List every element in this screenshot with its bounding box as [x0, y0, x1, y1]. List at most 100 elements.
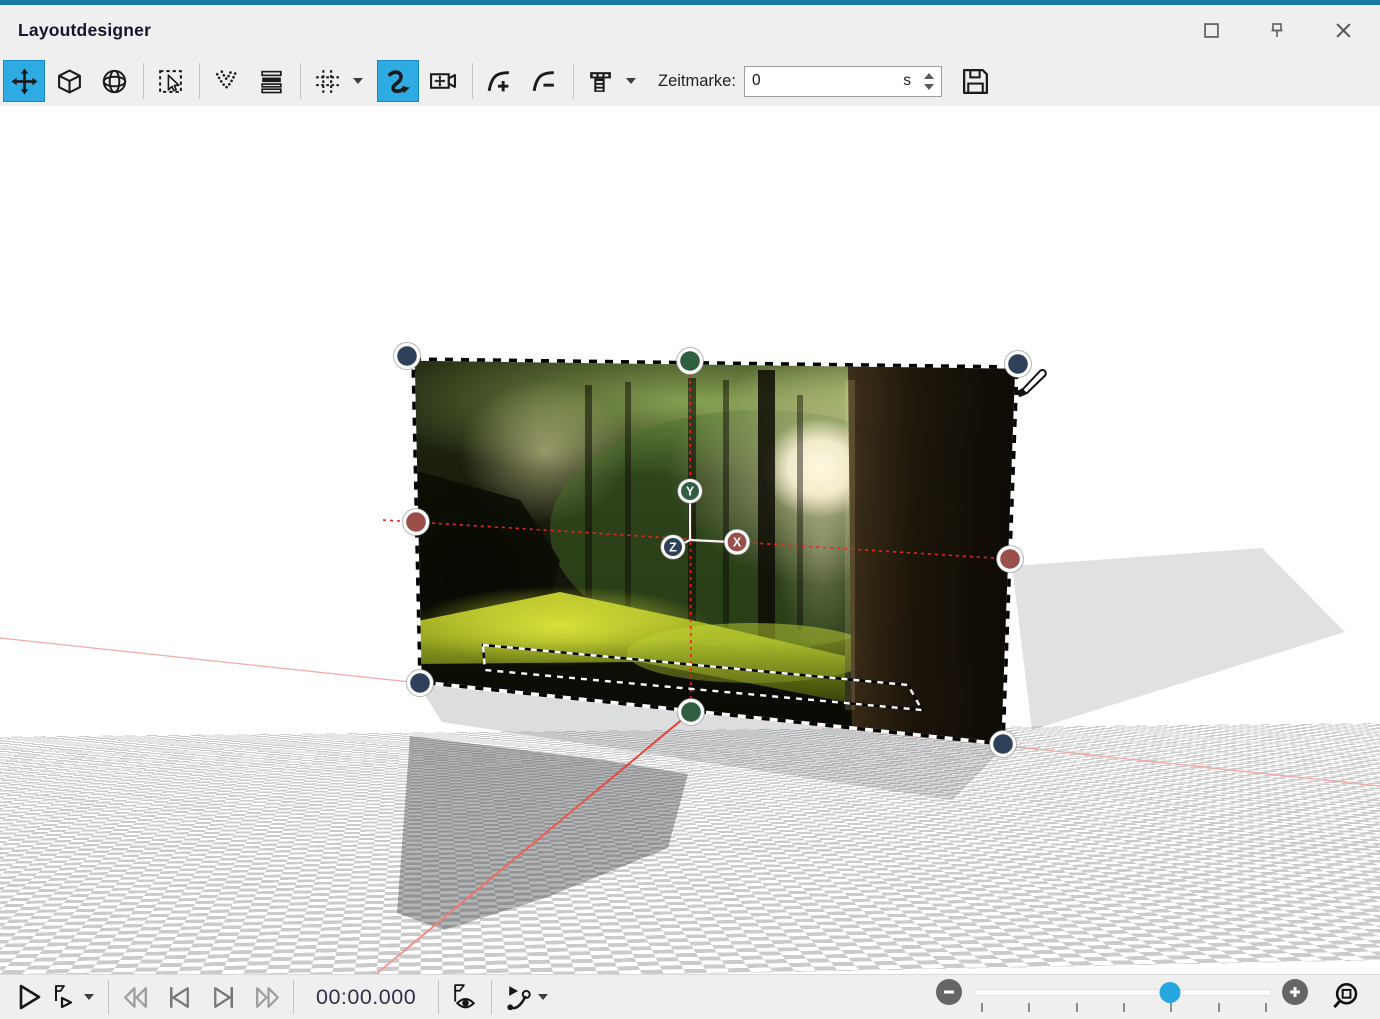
- handle-bottom-middle[interactable]: [678, 699, 705, 726]
- time-display: 00:00.000: [316, 985, 416, 1010]
- dotted-path-icon: [213, 68, 240, 95]
- keyframe-list-button[interactable]: [579, 60, 621, 102]
- grid-toggle-button[interactable]: [306, 60, 348, 102]
- keyframe-list-dropdown-caret[interactable]: [626, 78, 636, 84]
- camera-move-icon: [429, 67, 457, 95]
- zoom-slider-track[interactable]: [974, 989, 1272, 996]
- gizmo-y-handle[interactable]: Y: [678, 479, 703, 504]
- toolbar-separator: [472, 63, 473, 99]
- zoom-tick: [1123, 1003, 1125, 1012]
- toolbar-separator: [300, 63, 301, 99]
- camera-move-button[interactable]: [422, 60, 464, 102]
- zoom-tick: [1076, 1003, 1078, 1012]
- cube-icon: [56, 68, 83, 95]
- rewind-button[interactable]: [117, 978, 153, 1016]
- sphere-icon: [101, 68, 128, 95]
- handle-top-right[interactable]: [1005, 351, 1032, 378]
- pin-icon: [1269, 22, 1285, 39]
- curve-icon: [384, 67, 412, 95]
- zoom-in-button[interactable]: [1282, 979, 1308, 1005]
- toolbar-separator: [143, 63, 144, 99]
- handle-top-middle[interactable]: [677, 348, 704, 375]
- bottombar-separator: [108, 980, 109, 1014]
- dotted-path-tool-button[interactable]: [205, 60, 247, 102]
- zeitmarke-field: s: [744, 66, 942, 97]
- marquee-select-tool-button[interactable]: [149, 60, 191, 102]
- zoom-in-icon: [1288, 985, 1302, 999]
- window-title: Layoutdesigner: [18, 20, 151, 41]
- zoom-slider-ticks: [982, 1003, 1266, 1013]
- grid-icon: [314, 68, 341, 95]
- curve-add-icon: [485, 67, 513, 95]
- bottombar-separator: [491, 980, 492, 1014]
- zeitmarke-spin-down[interactable]: [924, 84, 934, 90]
- bottombar-separator: [293, 980, 294, 1014]
- handle-middle-left[interactable]: [403, 509, 430, 536]
- handle-bottom-left[interactable]: [407, 670, 434, 697]
- curve-play-icon: [502, 981, 535, 1014]
- pin-button[interactable]: [1262, 15, 1292, 45]
- marquee-select-icon: [157, 68, 184, 95]
- grid-dropdown-caret[interactable]: [353, 78, 363, 84]
- curve-play-button[interactable]: [500, 978, 536, 1016]
- fast-forward-icon: [251, 982, 284, 1013]
- gizmo-z-handle[interactable]: Z: [661, 535, 686, 560]
- zoom-tick: [1170, 1003, 1172, 1012]
- preview-eye-icon: [449, 981, 482, 1014]
- zoom-tick: [1218, 1003, 1220, 1012]
- maximize-icon: [1204, 23, 1219, 38]
- play-from-marker-button[interactable]: [46, 978, 82, 1016]
- toolbar-separator: [573, 63, 574, 99]
- previous-frame-button[interactable]: [161, 978, 197, 1016]
- cube-tool-button[interactable]: [48, 60, 90, 102]
- close-icon: [1336, 23, 1351, 38]
- rewind-icon: [119, 982, 152, 1013]
- previous-frame-icon: [163, 982, 196, 1013]
- move-tool-button[interactable]: [3, 60, 45, 102]
- handle-top-left[interactable]: [394, 343, 421, 370]
- save-floppy-icon: [960, 66, 991, 97]
- 3d-canvas[interactable]: Y Z X: [0, 106, 1380, 974]
- preview-visibility-button[interactable]: [447, 978, 483, 1016]
- zoom-fit-button[interactable]: [1328, 977, 1364, 1015]
- zeitmarke-input[interactable]: [752, 72, 903, 90]
- next-frame-icon: [207, 982, 240, 1013]
- curve-play-options-caret[interactable]: [538, 994, 548, 1000]
- play-icon: [12, 981, 44, 1013]
- zeitmarke-spin-up[interactable]: [924, 73, 934, 79]
- curve-remove-point-button[interactable]: [523, 60, 565, 102]
- play-options-caret[interactable]: [84, 994, 94, 1000]
- curve-mode-button[interactable]: [377, 60, 419, 102]
- handle-bottom-right[interactable]: [990, 731, 1017, 758]
- zoom-out-button[interactable]: [936, 979, 962, 1005]
- gizmo-z-label: Z: [669, 541, 677, 555]
- sphere-tool-button[interactable]: [93, 60, 135, 102]
- play-button[interactable]: [10, 978, 46, 1016]
- close-button[interactable]: [1328, 15, 1358, 45]
- handle-middle-right[interactable]: [997, 546, 1024, 573]
- curve-remove-icon: [530, 67, 558, 95]
- curve-add-point-button[interactable]: [478, 60, 520, 102]
- play-from-marker-icon: [48, 981, 80, 1013]
- zoom-slider-thumb[interactable]: [1160, 982, 1181, 1003]
- zoom-fit-icon: [1331, 981, 1361, 1011]
- save-button[interactable]: [956, 60, 996, 102]
- zoom-tick: [1265, 1003, 1267, 1012]
- titlebar: Layoutdesigner: [0, 5, 1380, 56]
- playback-bar: 00:00.000: [0, 974, 1380, 1019]
- scene-overlay: Y Z X: [0, 106, 1380, 974]
- bottombar-separator: [438, 980, 439, 1014]
- maximize-button[interactable]: [1196, 15, 1226, 45]
- zoom-controls: [936, 975, 1380, 1019]
- keyframe-list-icon: [587, 68, 614, 95]
- zoom-tick: [1028, 1003, 1030, 1012]
- gizmo-x-handle[interactable]: X: [724, 529, 750, 555]
- gizmo-x-label: X: [733, 536, 742, 550]
- zeitmarke-unit: s: [903, 72, 911, 90]
- move-icon: [11, 68, 38, 95]
- zeitmarke-label: Zeitmarke:: [658, 72, 736, 91]
- next-frame-button[interactable]: [205, 978, 241, 1016]
- fast-forward-button[interactable]: [249, 978, 285, 1016]
- layers-tool-button[interactable]: [250, 60, 292, 102]
- layoutdesigner-window: Layoutdesigner: [0, 0, 1380, 1019]
